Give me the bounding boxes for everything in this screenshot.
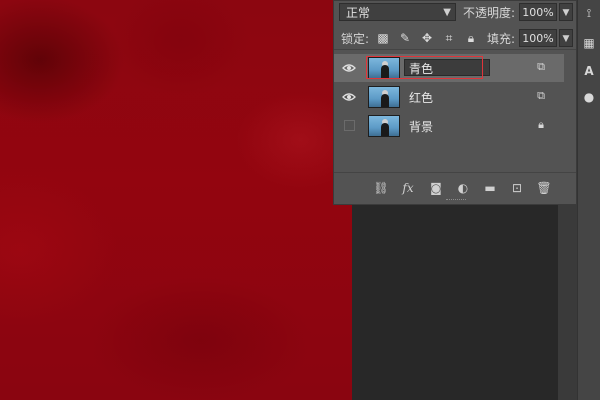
opacity-label: 不透明度: xyxy=(463,6,516,20)
link-icon: ⧉ xyxy=(537,60,545,73)
layer-thumbnail[interactable] xyxy=(368,115,400,137)
lock-all-icon[interactable]: 🔒︎ xyxy=(464,31,478,45)
tools-strip xyxy=(577,0,600,400)
panel-resize-grip[interactable] xyxy=(446,199,466,203)
link-layers-icon[interactable]: ⛓︎ xyxy=(373,181,389,195)
brush-tip-icon[interactable]: ● xyxy=(582,90,596,104)
chevron-down-icon: ▼ xyxy=(443,7,451,18)
add-mask-icon[interactable]: ◙ xyxy=(428,181,444,195)
new-layer-icon[interactable]: ⊡ xyxy=(509,181,525,195)
layer-thumbnail[interactable] xyxy=(368,86,400,108)
new-group-icon[interactable]: ▬ xyxy=(482,181,498,195)
layer-name[interactable]: 背景 xyxy=(409,118,433,135)
layer-name[interactable]: 青色 xyxy=(409,60,433,77)
delete-layer-icon[interactable]: 🗑︎ xyxy=(536,181,552,195)
layers-panel: 正常 ▼ 不透明度: 100% ▼ 锁定: ▩ ✎ ✥ ⌗ 🔒︎ 填充: 100… xyxy=(333,0,577,205)
panel-grid-icon[interactable]: ▦ xyxy=(582,36,596,50)
adjustment-layer-icon[interactable]: ◐ xyxy=(455,181,471,195)
lock-artboard-icon[interactable]: ⌗ xyxy=(442,31,456,45)
blend-mode-value: 正常 xyxy=(346,6,371,20)
layer-name[interactable]: 红色 xyxy=(409,89,433,106)
layer-row-background[interactable]: 背景 🔒︎ xyxy=(334,112,564,140)
fx-icon[interactable]: fx xyxy=(400,181,416,195)
fill-dropdown-button[interactable]: ▼ xyxy=(559,29,573,47)
lock-transparent-pixels-icon[interactable]: ▩ xyxy=(376,31,390,45)
lock-position-icon[interactable]: ✥ xyxy=(420,31,434,45)
lock-image-pixels-icon[interactable]: ✎ xyxy=(398,31,412,45)
workspace-empty-area xyxy=(352,205,577,400)
visibility-eye-icon[interactable] xyxy=(342,61,356,75)
document-canvas[interactable] xyxy=(0,0,352,400)
blend-mode-select[interactable]: 正常 ▼ xyxy=(339,3,456,21)
visibility-toggle-off[interactable] xyxy=(344,120,355,131)
panel-scroll-column xyxy=(558,205,577,400)
visibility-eye-icon[interactable] xyxy=(342,90,356,104)
opacity-dropdown-button[interactable]: ▼ xyxy=(559,3,573,21)
blend-row: 正常 ▼ 不透明度: 100% ▼ xyxy=(334,1,576,25)
layer-thumbnail[interactable] xyxy=(368,57,400,79)
fill-field[interactable]: 100% xyxy=(519,29,557,47)
layer-row-red[interactable]: 红色 ⧉ xyxy=(334,83,564,111)
opacity-field[interactable]: 100% xyxy=(519,3,557,21)
layer-row-cyan[interactable]: 青色 ⧉ xyxy=(334,54,564,82)
lock-label: 锁定: xyxy=(341,32,370,46)
link-icon: ⧉ xyxy=(537,89,545,102)
lock-icon: 🔒︎ xyxy=(538,118,544,131)
lock-row: 锁定: ▩ ✎ ✥ ⌗ 🔒︎ 填充: 100% ▼ xyxy=(334,27,576,50)
character-icon[interactable]: A xyxy=(582,64,596,78)
path-tool-icon[interactable]: ⟟ xyxy=(582,6,596,20)
fill-label: 填充: xyxy=(487,32,516,46)
